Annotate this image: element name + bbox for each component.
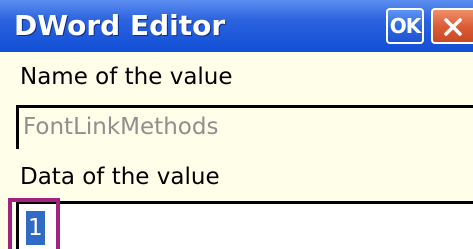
close-icon xyxy=(444,18,462,36)
title-bar: DWord Editor OK xyxy=(0,0,473,52)
ok-button[interactable]: OK xyxy=(386,8,424,44)
name-field: FontLinkMethods xyxy=(16,105,473,149)
data-label: Data of the value xyxy=(20,164,220,190)
data-value: 1 xyxy=(26,211,45,245)
close-button[interactable] xyxy=(431,8,473,44)
window-title: DWord Editor xyxy=(14,9,226,42)
dword-editor-window: DWord Editor OK Name of the value FontLi… xyxy=(0,0,473,249)
name-label: Name of the value xyxy=(20,64,233,90)
data-field[interactable]: 1 xyxy=(16,201,473,249)
